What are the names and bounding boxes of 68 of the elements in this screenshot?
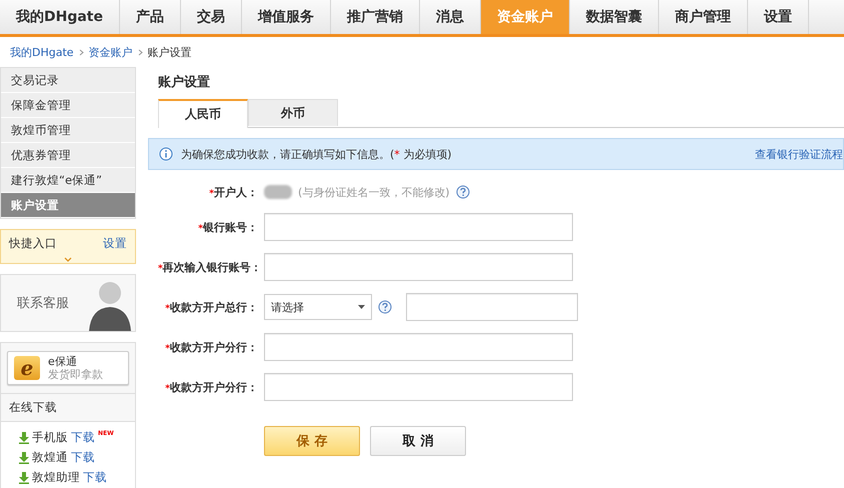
sidebar-item[interactable]: 敦煌币管理 — [1, 118, 135, 143]
input-field[interactable] — [264, 333, 573, 361]
nav-tab[interactable]: 数据智囊 — [570, 0, 659, 34]
download-icon — [19, 472, 29, 484]
download-link[interactable]: 下载 — [83, 470, 107, 485]
epay-logo: e — [14, 356, 40, 380]
chevron-icon — [138, 48, 143, 56]
customer-service-label: 联系客服 — [17, 295, 69, 312]
download-link[interactable]: 下载 — [71, 430, 95, 445]
required-mark: * — [165, 304, 170, 314]
bank-select[interactable]: 请选择 — [264, 294, 372, 320]
breadcrumb-current: 账户设置 — [148, 44, 192, 60]
currency-tab[interactable]: 人民币 — [158, 99, 248, 128]
cancel-button[interactable]: 取 消 — [370, 426, 466, 456]
chevron-icon — [78, 48, 84, 56]
required-mark: * — [158, 264, 163, 274]
required-mark: * — [165, 384, 170, 394]
blurred-name — [264, 185, 292, 199]
input-field[interactable] — [406, 293, 578, 321]
nav-tab[interactable]: 产品 — [120, 0, 181, 34]
required-mark: * — [209, 188, 214, 198]
nav-tab[interactable]: 我的DHgate — [0, 0, 120, 34]
download-link[interactable]: 下载 — [71, 450, 95, 465]
page-title: 账户设置 — [158, 74, 211, 92]
download-icon — [19, 432, 29, 444]
quick-entry-title: 快捷入口 — [9, 236, 57, 251]
notice-text: 为确保您成功收款，请正确填写如下信息。(* 为必填项) — [181, 146, 453, 162]
epay-title: e保通 — [48, 355, 78, 368]
save-button[interactable]: 保 存 — [264, 426, 360, 456]
input-field[interactable] — [264, 213, 573, 241]
download-name: 手机版 — [32, 430, 68, 445]
download-name: 敦煌通 — [32, 450, 68, 465]
input-field[interactable] — [264, 373, 573, 401]
downloads-title: 在线下载 — [1, 394, 135, 422]
nav-tab[interactable]: 商户管理 — [659, 0, 748, 34]
currency-tab[interactable]: 外币 — [248, 99, 338, 126]
sidebar-item[interactable]: 账户设置 — [1, 193, 135, 218]
field-hint: (与身份证姓名一致，不能修改) — [298, 184, 450, 200]
nav-tab[interactable]: 设置 — [748, 0, 809, 34]
settings-link[interactable]: 设置 — [103, 236, 127, 251]
nav-tab[interactable]: 增值服务 — [242, 0, 331, 34]
info-icon — [159, 147, 173, 161]
download-name: 敦煌助理 — [32, 470, 80, 485]
nav-tab[interactable]: 交易 — [181, 0, 242, 34]
customer-service-banner[interactable]: 联系客服 — [0, 274, 136, 332]
field-label: 收款方开户总行： — [170, 300, 258, 314]
required-mark: * — [165, 344, 170, 354]
field-label: 再次输入银行账号： — [162, 260, 262, 274]
field-label: 收款方开户分行： — [170, 380, 258, 394]
chevron-down-icon[interactable] — [64, 257, 72, 262]
breadcrumb-link[interactable]: 我的DHgate — [10, 44, 74, 60]
sidebar-item[interactable]: 优惠券管理 — [1, 143, 135, 168]
required-mark: * — [198, 224, 203, 234]
help-icon[interactable] — [456, 185, 470, 199]
sidebar-item[interactable]: 保障金管理 — [1, 93, 135, 118]
help-icon[interactable] — [378, 300, 392, 314]
nav-tab[interactable]: 推广营销 — [331, 0, 420, 34]
field-label: 开户人： — [214, 186, 258, 198]
download-icon — [19, 452, 29, 464]
bank-verification-link[interactable]: 查看银行验证流程 — [755, 146, 843, 162]
epay-button[interactable]: e e保通 发货即拿款 — [7, 351, 129, 385]
caret-icon — [358, 305, 365, 309]
epay-subtitle: 发货即拿款 — [48, 368, 103, 381]
field-label: 收款方开户分行： — [170, 340, 258, 354]
sidebar-item[interactable]: 交易记录 — [1, 68, 135, 93]
input-field[interactable] — [264, 253, 573, 281]
breadcrumb-link[interactable]: 资金账户 — [88, 44, 133, 60]
field-label: 银行账号： — [203, 220, 258, 234]
